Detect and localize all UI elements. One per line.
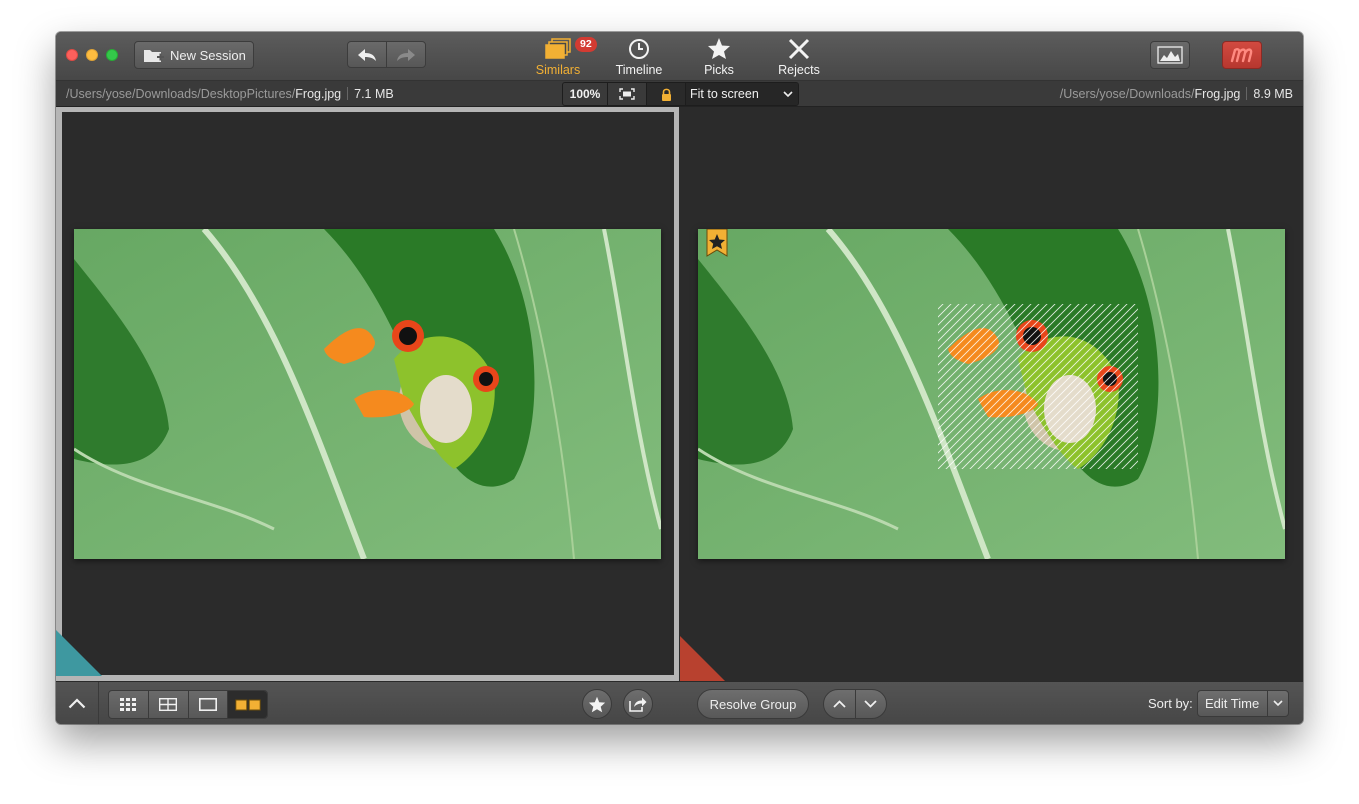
left-file-name: Frog.jpg	[295, 87, 342, 101]
right-file-size: 8.9 MB	[1253, 87, 1293, 101]
four-up-icon	[159, 698, 178, 711]
sort-dropdown-arrow[interactable]	[1267, 691, 1288, 716]
undo-redo-group	[347, 41, 426, 68]
histogram-icon	[1157, 46, 1183, 64]
undo-arrow-icon	[358, 48, 376, 61]
star-icon	[708, 38, 730, 59]
toolbar: New Session 92 Similars Timeline Picks R…	[56, 32, 1303, 81]
show-filmstrip-button[interactable]	[56, 682, 99, 724]
left-file-path: /Users/yose/Downloads/DesktopPictures/	[66, 87, 296, 101]
tab-rejects[interactable]: Rejects	[764, 37, 834, 77]
share-button[interactable]	[623, 689, 653, 719]
bottom-toolbar: Resolve Group Sort by: Edit Time	[56, 681, 1303, 724]
zoom-percent-button[interactable]: 100%	[563, 83, 608, 105]
new-session-button[interactable]: New Session	[134, 41, 254, 69]
compare-view-button[interactable]	[228, 691, 267, 718]
stack-icon	[545, 38, 571, 59]
left-file-info: /Users/yose/Downloads/DesktopPictures/Fr…	[66, 87, 394, 101]
sort-by-label: Sort by:	[1148, 696, 1193, 711]
tab-similars[interactable]: 92 Similars	[523, 37, 597, 77]
redo-arrow-icon	[397, 48, 415, 61]
tab-picks-label: Picks	[704, 63, 734, 77]
grid-view-button[interactable]	[109, 691, 149, 718]
fit-mode-value: Fit to screen	[690, 87, 759, 101]
chevron-down-icon	[864, 700, 877, 708]
brand-menu-button[interactable]	[1222, 41, 1262, 69]
right-file-name: Frog.jpg	[1194, 87, 1241, 101]
single-view-button[interactable]	[189, 691, 229, 718]
chevron-down-icon	[1273, 700, 1283, 707]
difference-overlay	[938, 304, 1138, 469]
group-navigation	[823, 689, 887, 719]
right-file-path: /Users/yose/Downloads/	[1059, 87, 1195, 101]
star-icon	[588, 696, 606, 712]
tab-picks[interactable]: Picks	[684, 37, 754, 77]
right-file-info: /Users/yose/Downloads/Frog.jpg 8.9 MB	[1060, 87, 1293, 101]
side-by-side-icon	[234, 699, 261, 710]
file-info-bar: /Users/yose/Downloads/DesktopPictures/Fr…	[56, 81, 1303, 107]
share-icon	[629, 697, 647, 712]
chevron-down-icon	[783, 90, 793, 97]
resolve-group-button[interactable]: Resolve Group	[697, 689, 809, 719]
brand-logo-icon	[1230, 48, 1253, 63]
right-pane-corner-marker	[680, 636, 726, 682]
new-session-folder-icon	[144, 50, 164, 62]
similars-count-badge: 92	[575, 37, 597, 52]
left-pane-corner-marker	[56, 630, 102, 676]
sort-by-value: Edit Time	[1205, 696, 1260, 711]
sort-by-select[interactable]: Edit Time	[1197, 690, 1289, 717]
zoom-controls: 100% Fit to screen	[562, 82, 799, 106]
tab-timeline-label: Timeline	[615, 63, 663, 77]
chevron-up-icon	[833, 700, 846, 708]
pick-flag-icon	[706, 229, 728, 257]
right-image-pane[interactable]	[680, 107, 1303, 682]
left-photo[interactable]	[74, 229, 661, 559]
fit-mode-select[interactable]: Fit to screen	[686, 83, 798, 105]
x-icon	[788, 38, 810, 60]
histogram-button[interactable]	[1150, 41, 1190, 69]
clock-icon	[629, 39, 649, 59]
group-view-button[interactable]	[149, 691, 189, 718]
chevron-up-icon	[68, 698, 86, 709]
next-group-button[interactable]	[856, 690, 887, 718]
frog-on-leaf-image-edited	[698, 229, 1285, 559]
zoom-window-button[interactable]	[106, 49, 118, 61]
sync-lock-button[interactable]	[647, 83, 686, 105]
pick-button[interactable]	[582, 689, 612, 719]
grid-icon	[120, 697, 137, 711]
left-file-size: 7.1 MB	[354, 87, 394, 101]
fit-view-button[interactable]	[608, 83, 647, 105]
tab-timeline[interactable]: Timeline	[604, 37, 674, 77]
right-photo[interactable]	[698, 229, 1285, 559]
redo-button[interactable]	[387, 42, 425, 67]
single-frame-icon	[198, 698, 217, 711]
left-image-pane[interactable]	[56, 107, 679, 681]
close-window-button[interactable]	[66, 49, 78, 61]
frog-on-leaf-image	[74, 229, 661, 559]
app-window: New Session 92 Similars Timeline Picks R…	[56, 32, 1303, 724]
tab-rejects-label: Rejects	[778, 63, 820, 77]
minimize-window-button[interactable]	[86, 49, 98, 61]
compare-area	[56, 107, 1303, 682]
fit-frame-icon	[619, 88, 635, 100]
new-session-label: New Session	[170, 47, 246, 63]
lock-icon	[661, 88, 671, 101]
previous-group-button[interactable]	[824, 690, 856, 718]
undo-button[interactable]	[348, 42, 387, 67]
tab-similars-label: Similars	[535, 63, 581, 77]
view-mode-segmented	[108, 690, 268, 719]
